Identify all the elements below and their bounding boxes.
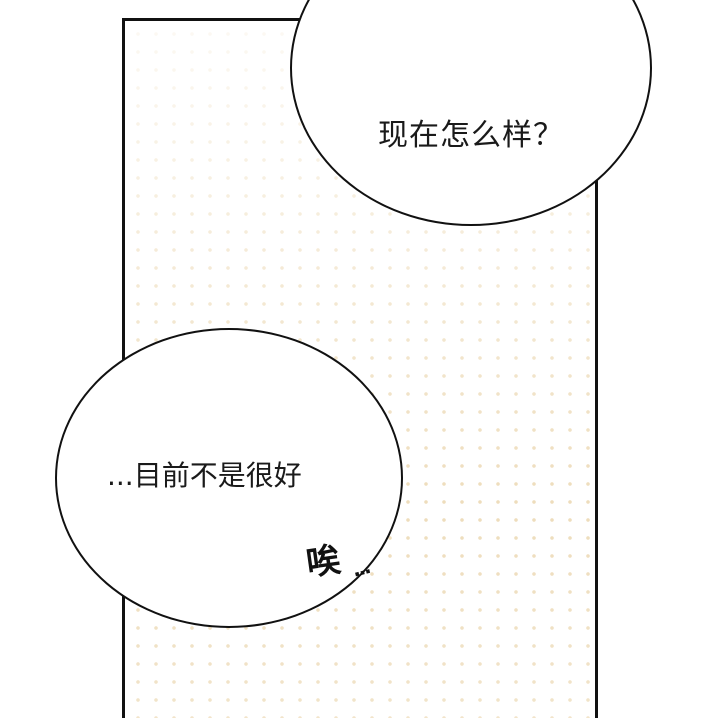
sigh-sound-effect: 唉 [303,539,344,585]
speech-text-top: 现在怎么样？ [378,118,564,153]
speech-text-bottom: ...目前不是很好 [107,459,302,492]
speech-bubble-bottom: ...目前不是很好 [55,328,403,628]
